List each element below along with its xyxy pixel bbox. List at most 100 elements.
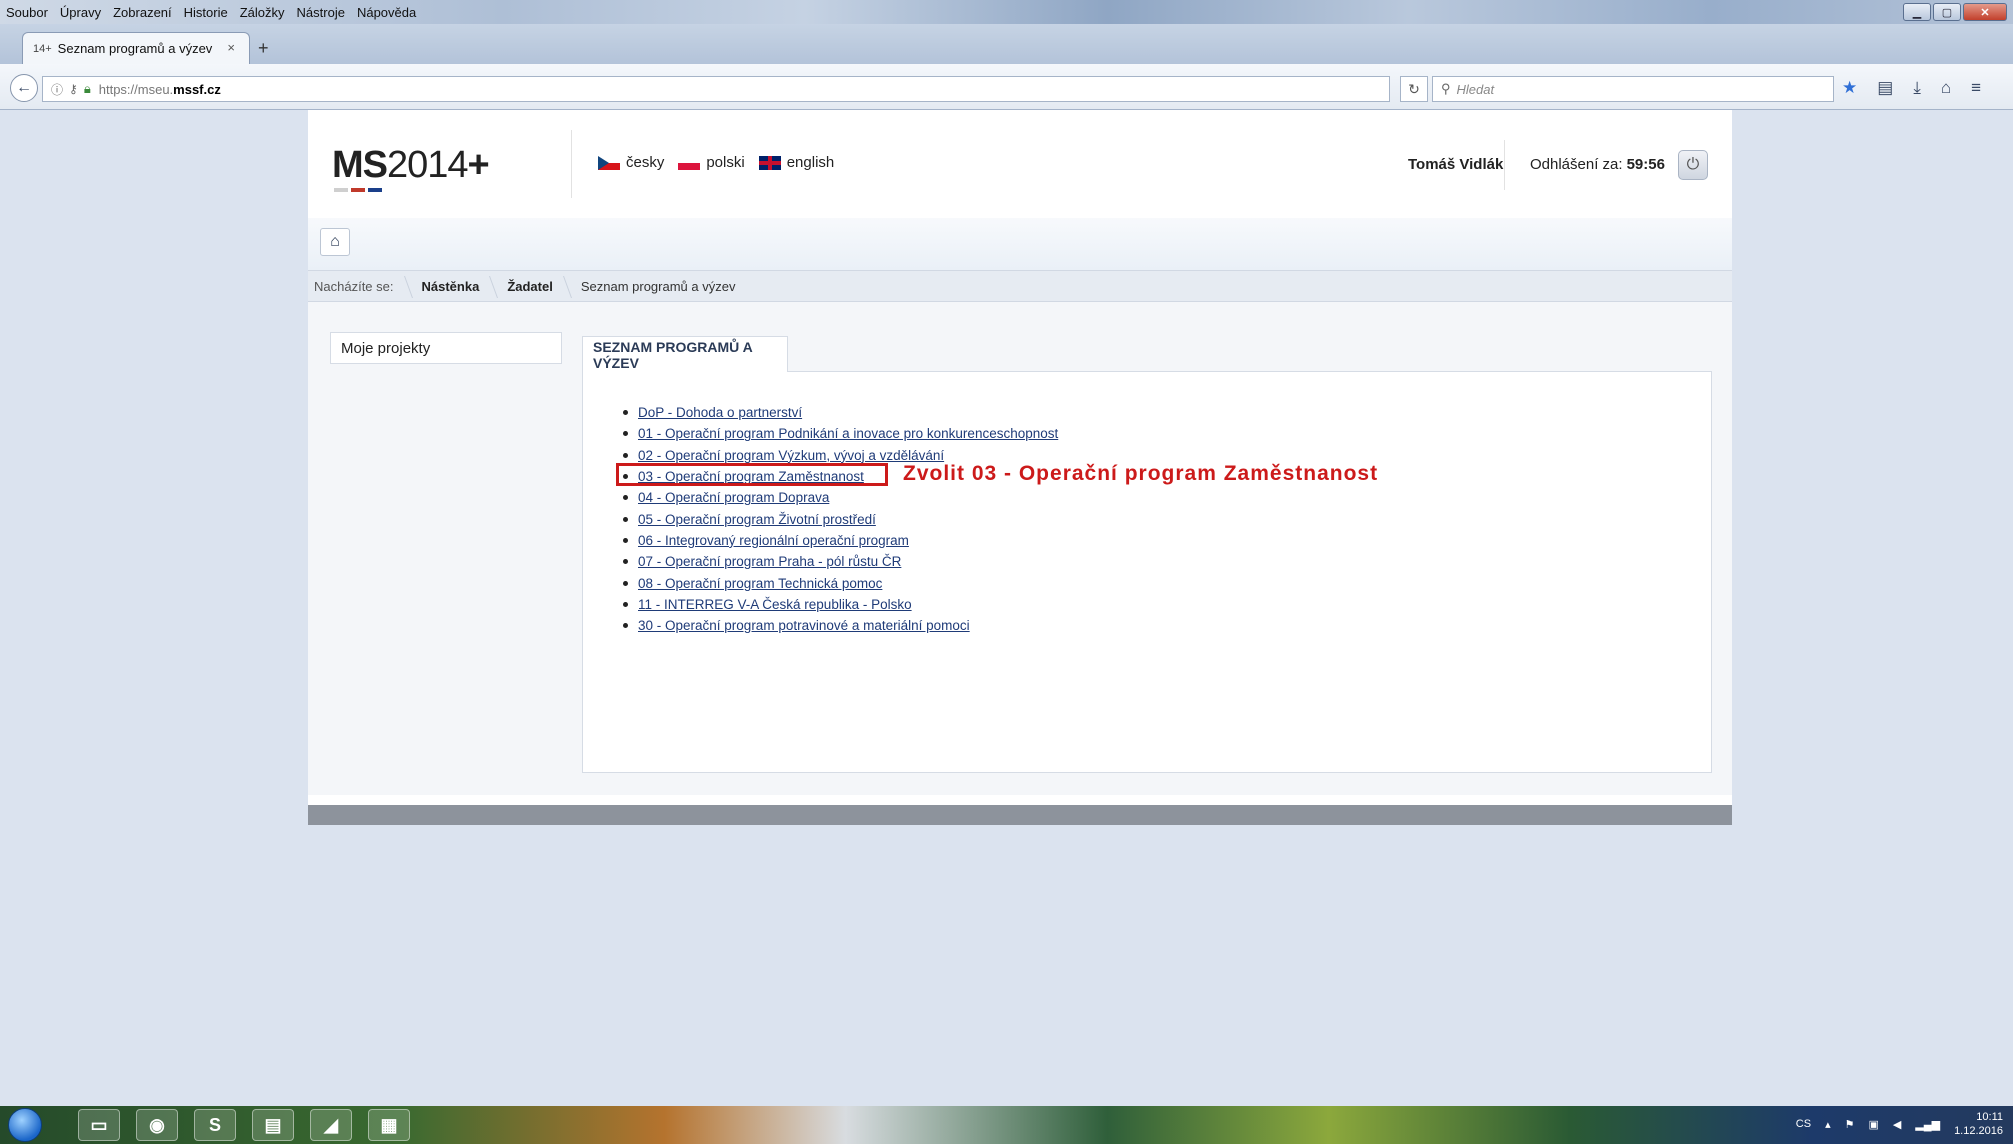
start-button-icon[interactable] [8, 1108, 42, 1142]
home-icon[interactable]: ⌂ [1941, 78, 1951, 98]
program-link-07[interactable]: 07 - Operační program Praha - pól růstu … [638, 554, 901, 569]
program-link-05[interactable]: 05 - Operační program Životní prostředí [638, 512, 876, 527]
url-bar[interactable]: ⓘ ⚷ 🔒︎ https://mseu.mssf.cz [42, 76, 1390, 102]
system-tray: CS ▴ ⚑ ▣ ◀ ▂▄▆ 10:11 1.12.2016 [1796, 1110, 2003, 1138]
lang-english[interactable]: english [758, 154, 835, 171]
logo-ms: MS [332, 144, 388, 186]
tray-arrow-icon[interactable]: ▴ [1825, 1118, 1831, 1131]
breadcrumb-nastenka[interactable]: Nástěnka [408, 271, 494, 301]
program-item: 11 - INTERREG V-A Česká republika - Pols… [623, 594, 1058, 615]
bullet-icon [623, 410, 628, 416]
annotation-highlight-box [616, 463, 888, 486]
bullet-icon [623, 495, 628, 501]
menu-historie[interactable]: Historie [184, 5, 228, 20]
bullet-icon [623, 431, 628, 437]
user-divider [1504, 140, 1505, 190]
power-logout-icon[interactable]: ⏻ [1678, 150, 1708, 180]
program-link-11[interactable]: 11 - INTERREG V-A Česká republika - Pols… [638, 597, 912, 612]
windows-taskbar: ▭ ◉ S ▤ ◢ ▦ CS ▴ ⚑ ▣ ◀ ▂▄▆ 10:11 1.12.20… [0, 1106, 2013, 1144]
user-name[interactable]: Tomáš Vidlák [1408, 156, 1503, 173]
menu-zalozky[interactable]: Záložky [240, 5, 285, 20]
program-list: DoP - Dohoda o partnerství 01 - Operační… [623, 402, 1058, 636]
tab-title: Seznam programů a výzev [57, 41, 213, 56]
program-link-30[interactable]: 30 - Operační program potravinové a mate… [638, 618, 970, 633]
menu-nastroje[interactable]: Nástroje [297, 5, 345, 20]
search-placeholder: Hledat [1456, 81, 1495, 97]
firefox-icon[interactable]: ◉ [136, 1109, 178, 1141]
bullet-icon [623, 537, 628, 543]
browser-menubar: Soubor Úpravy Zobrazení Historie Záložky… [0, 0, 2013, 24]
signal-icon[interactable]: ▂▄▆ [1915, 1118, 1940, 1131]
bookmark-star-icon[interactable]: ★ [1842, 78, 1857, 98]
minimize-icon[interactable]: ▁ [1903, 3, 1931, 21]
program-item: 06 - Integrovaný regionální operační pro… [623, 530, 1058, 551]
info-icon[interactable]: ⓘ [51, 81, 63, 98]
logout-timer: 59:56 [1626, 156, 1665, 173]
menu-upravy[interactable]: Úpravy [60, 5, 101, 20]
program-item: 30 - Operační program potravinové a mate… [623, 615, 1058, 636]
lang-cesky[interactable]: česky [598, 154, 664, 171]
reload-icon[interactable]: ↻ [1400, 76, 1428, 102]
ms2014-logo[interactable]: MS2014+ [332, 144, 490, 187]
bullet-icon [623, 601, 628, 607]
toolbar-icons: ★ ▤ ⤓ ⌂ ≡ [1842, 78, 1981, 98]
program-link-04[interactable]: 04 - Operační program Doprava [638, 490, 829, 505]
program-link-02[interactable]: 02 - Operační program Výzkum, vývoj a vz… [638, 448, 944, 463]
home-button-icon[interactable]: ⌂ [320, 228, 350, 256]
program-item: 05 - Operační program Životní prostředí [623, 508, 1058, 529]
network-icon[interactable]: ▣ [1868, 1118, 1878, 1131]
menu-soubor[interactable]: Soubor [6, 5, 48, 20]
flag-notification-icon[interactable]: ⚑ [1845, 1118, 1855, 1131]
clock[interactable]: 10:11 1.12.2016 [1954, 1110, 2003, 1138]
search-icon: ⚲ [1441, 81, 1451, 96]
clock-time: 10:11 [1976, 1111, 2003, 1123]
program-link-01[interactable]: 01 - Operační program Podnikání a inovac… [638, 426, 1058, 441]
url-text: https://mseu.mssf.cz [99, 82, 221, 97]
navigation-bar: ← ⓘ ⚷ 🔒︎ https://mseu.mssf.cz ↻ ⚲ Hledat… [0, 64, 2013, 110]
new-tab-button[interactable]: + [258, 38, 269, 59]
main-content: Moje projekty SEZNAM PROGRAMŮ A VÝZEV Do… [308, 302, 1732, 795]
url-scheme: https://mseu. [98, 81, 174, 97]
lang-english-label: english [786, 154, 835, 171]
menu-zobrazeni[interactable]: Zobrazení [113, 5, 172, 20]
lang-polski-label: polski [706, 154, 745, 171]
downloads-icon[interactable]: ⤓ [1913, 78, 1921, 98]
maximize-icon[interactable]: ▢ [1933, 3, 1961, 21]
logo-year: 2014 [387, 144, 469, 186]
lang-polski[interactable]: polski [678, 154, 745, 171]
skype-icon[interactable]: S [194, 1109, 236, 1141]
file-explorer-icon[interactable]: ▭ [78, 1109, 120, 1141]
page-container: MS2014+ česky polski english Tomáš Vidlá… [308, 110, 1732, 825]
sidebar-item-moje-projekty[interactable]: Moje projekty [330, 332, 562, 364]
page-toolbar: ⌂ [308, 218, 1732, 270]
logo-plus: + [467, 144, 490, 186]
program-item: 07 - Operační program Praha - pól růstu … [623, 551, 1058, 572]
annotation-text: Zvolit 03 - Operační program Zaměstnanos… [903, 462, 1379, 485]
tab-seznam-programu[interactable]: 14+ Seznam programů a výzev × [22, 32, 250, 64]
window-close-icon[interactable]: ✕ [1963, 3, 2007, 21]
input-language[interactable]: CS [1796, 1118, 1811, 1130]
program-item: 08 - Operační program Technická pomoc [623, 572, 1058, 593]
tab-seznam-programu-a-vyzev[interactable]: SEZNAM PROGRAMŮ A VÝZEV [582, 336, 788, 372]
breadcrumb-zadatel[interactable]: Žadatel [493, 271, 567, 301]
save-app-icon[interactable]: ▤ [252, 1109, 294, 1141]
tab-close-icon[interactable]: × [227, 40, 235, 55]
program-item: DoP - Dohoda o partnerství [623, 402, 1058, 423]
media-app-icon[interactable]: ▦ [368, 1109, 410, 1141]
bullet-icon [623, 580, 628, 586]
menu-napoveda[interactable]: Nápověda [357, 5, 416, 20]
menu-hamburger-icon[interactable]: ≡ [1971, 78, 1981, 98]
paint-app-icon[interactable]: ◢ [310, 1109, 352, 1141]
volume-icon[interactable]: ◀ [1893, 1118, 1901, 1131]
bookmarks-library-icon[interactable]: ▤ [1877, 78, 1893, 98]
url-domain: mssf.cz [173, 81, 221, 97]
program-link-06[interactable]: 06 - Integrovaný regionální operační pro… [638, 533, 909, 548]
clock-date: 1.12.2016 [1954, 1125, 2003, 1137]
polish-flag-icon [678, 155, 701, 170]
search-input[interactable]: ⚲ Hledat [1432, 76, 1834, 102]
program-link-dop[interactable]: DoP - Dohoda o partnerství [638, 405, 802, 420]
lock-icon: 🔒︎ [83, 81, 91, 96]
back-arrow-icon[interactable]: ← [10, 74, 38, 102]
program-link-08[interactable]: 08 - Operační program Technická pomoc [638, 576, 882, 591]
page-header: MS2014+ česky polski english Tomáš Vidlá… [308, 110, 1732, 218]
